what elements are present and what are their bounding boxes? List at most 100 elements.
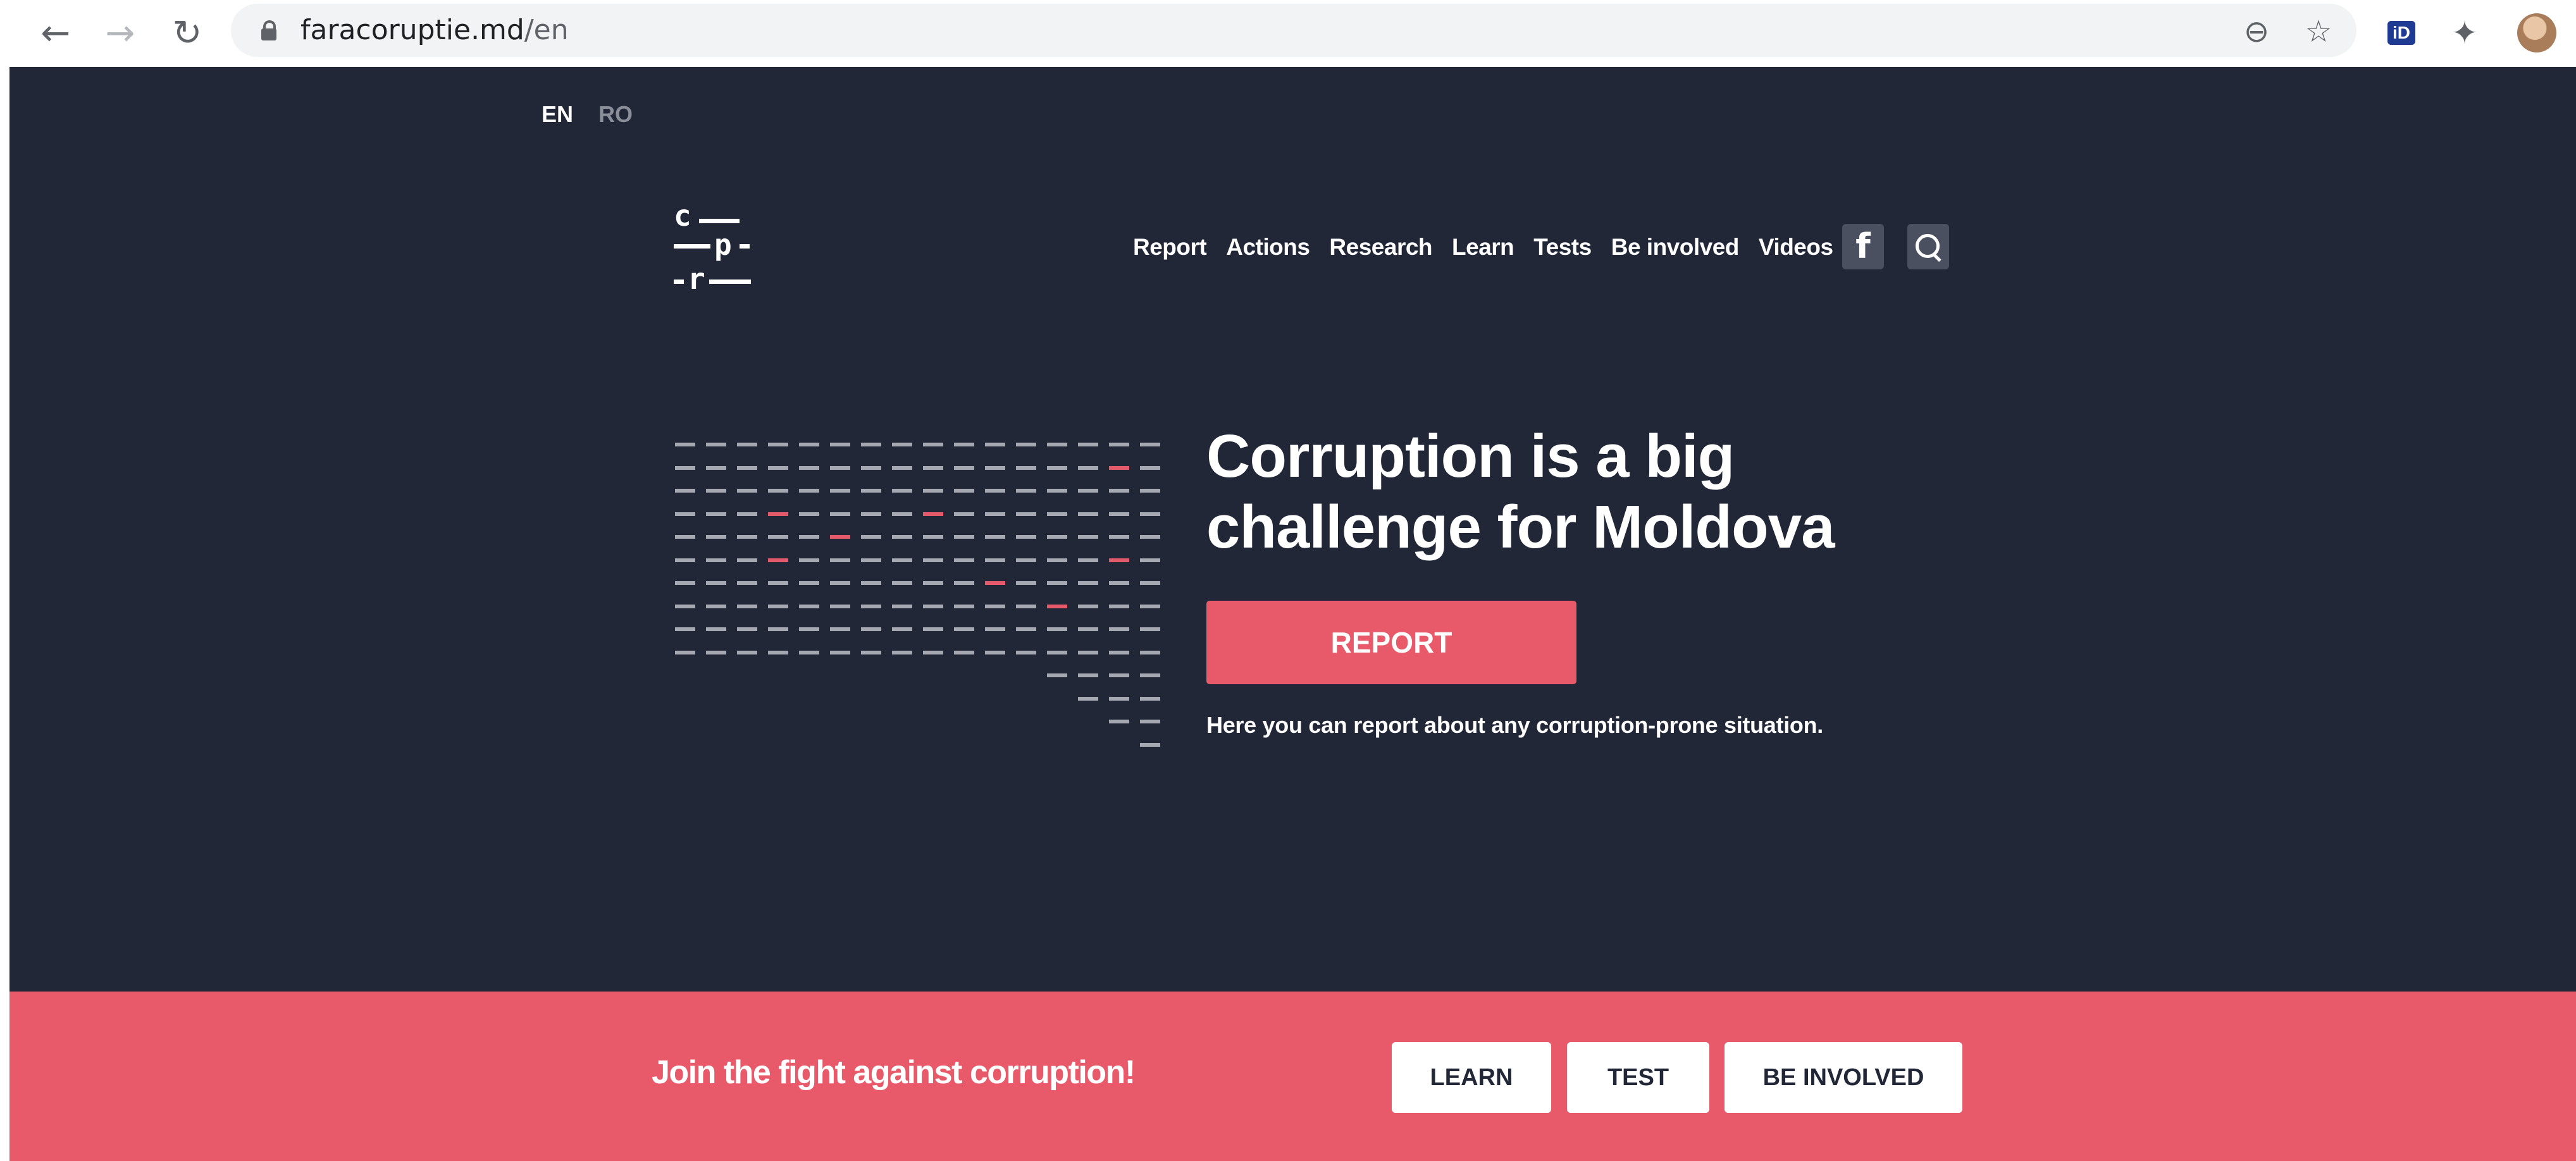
map-dash	[985, 627, 1005, 631]
map-dash	[1078, 466, 1098, 470]
learn-button[interactable]: LEARN	[1392, 1042, 1551, 1113]
nav-be-involved[interactable]: Be involved	[1611, 234, 1740, 261]
map-dash	[1140, 489, 1160, 493]
map-dash	[768, 489, 788, 493]
url-text[interactable]: faracoruptie.md/en	[300, 14, 569, 47]
search-icon	[1916, 234, 1941, 262]
zoom-out-icon[interactable]: ⊖	[2236, 11, 2277, 52]
map-dash	[861, 605, 881, 608]
map-dash	[985, 558, 1005, 562]
facebook-button[interactable]: f	[1842, 224, 1884, 269]
map-dash	[861, 558, 881, 562]
map-dash	[892, 535, 912, 539]
map-dash	[799, 581, 819, 585]
back-arrow-icon[interactable]: ←	[30, 8, 81, 58]
map-dash	[985, 512, 1005, 516]
map-dash	[1016, 581, 1036, 585]
reload-icon[interactable]: ↻	[162, 8, 213, 58]
map-dash	[1016, 443, 1036, 446]
map-dash	[1109, 720, 1129, 723]
map-dash	[675, 581, 695, 585]
map-dash	[892, 558, 912, 562]
map-dash	[706, 558, 726, 562]
map-dash	[1047, 535, 1067, 539]
map-dash	[706, 443, 726, 446]
map-dash	[1078, 535, 1098, 539]
address-bar[interactable]: faracoruptie.md/en ⊖ ☆	[231, 4, 2356, 57]
map-dash	[1016, 627, 1036, 631]
map-dash	[954, 466, 974, 470]
map-dash	[954, 558, 974, 562]
map-dash	[923, 627, 943, 631]
lang-ro[interactable]: RO	[598, 101, 633, 128]
logo-letter-r: r	[688, 262, 705, 296]
map-dash	[1016, 558, 1036, 562]
nav-tests[interactable]: Tests	[1533, 234, 1592, 261]
map-dash	[923, 512, 943, 516]
extensions-puzzle-icon[interactable]: ✦	[2441, 9, 2489, 57]
map-dash	[799, 466, 819, 470]
nav-research[interactable]: Research	[1329, 234, 1432, 261]
bookmark-star-icon[interactable]: ☆	[2298, 11, 2339, 52]
map-dash	[1140, 466, 1160, 470]
map-dash	[768, 581, 788, 585]
map-dash	[861, 651, 881, 654]
url-domain: faracoruptie.md	[300, 14, 524, 46]
map-dash	[1109, 581, 1129, 585]
map-dash	[1109, 627, 1129, 631]
map-dash	[1047, 466, 1067, 470]
map-dash	[830, 581, 850, 585]
search-button[interactable]	[1907, 224, 1949, 269]
map-dash	[1078, 697, 1098, 701]
banner-text: Join the fight against corruption!	[652, 1054, 1136, 1091]
map-dash	[830, 466, 850, 470]
report-button[interactable]: REPORT	[1206, 601, 1576, 684]
map-dash	[1140, 720, 1160, 723]
map-dash	[706, 535, 726, 539]
join-banner: Join the fight against corruption! LEARN…	[9, 992, 2576, 1161]
map-dash	[985, 535, 1005, 539]
map-dash	[830, 651, 850, 654]
map-dash	[1078, 558, 1098, 562]
nav-actions[interactable]: Actions	[1226, 234, 1310, 261]
map-dash	[799, 489, 819, 493]
map-dash	[861, 627, 881, 631]
map-dash	[1109, 443, 1129, 446]
id-extension-icon[interactable]: iD	[2377, 9, 2425, 57]
map-dash	[954, 627, 974, 631]
nav-learn[interactable]: Learn	[1452, 234, 1514, 261]
map-dash	[706, 489, 726, 493]
map-dash	[861, 466, 881, 470]
lang-en[interactable]: EN	[542, 101, 573, 128]
map-dash	[892, 581, 912, 585]
map-dash	[1016, 535, 1036, 539]
lock-icon[interactable]	[261, 20, 276, 40]
map-dash	[1047, 489, 1067, 493]
report-subtext: Here you can report about any corruption…	[1206, 712, 1823, 738]
site-logo[interactable]: c p r	[674, 201, 769, 296]
be-involved-button[interactable]: BE INVOLVED	[1725, 1042, 1962, 1113]
map-dash	[1016, 466, 1036, 470]
map-dash	[1109, 512, 1129, 516]
map-dash	[675, 605, 695, 608]
map-dash	[768, 512, 788, 516]
nav-report[interactable]: Report	[1133, 234, 1207, 261]
map-dash	[830, 443, 850, 446]
map-dash	[737, 651, 757, 654]
nav-videos[interactable]: Videos	[1759, 234, 1833, 261]
map-dash	[1109, 558, 1129, 562]
map-dash	[1140, 673, 1160, 677]
map-dash	[1140, 743, 1160, 747]
forward-arrow-icon[interactable]: →	[95, 8, 146, 58]
test-button[interactable]: TEST	[1567, 1042, 1709, 1113]
map-dash	[737, 512, 757, 516]
map-dash	[768, 535, 788, 539]
map-dash	[799, 512, 819, 516]
map-dash	[892, 605, 912, 608]
map-dash	[830, 489, 850, 493]
profile-avatar[interactable]	[2513, 9, 2561, 57]
map-dash	[1047, 581, 1067, 585]
map-dash	[861, 489, 881, 493]
map-dash	[675, 651, 695, 654]
map-dash	[1016, 651, 1036, 654]
